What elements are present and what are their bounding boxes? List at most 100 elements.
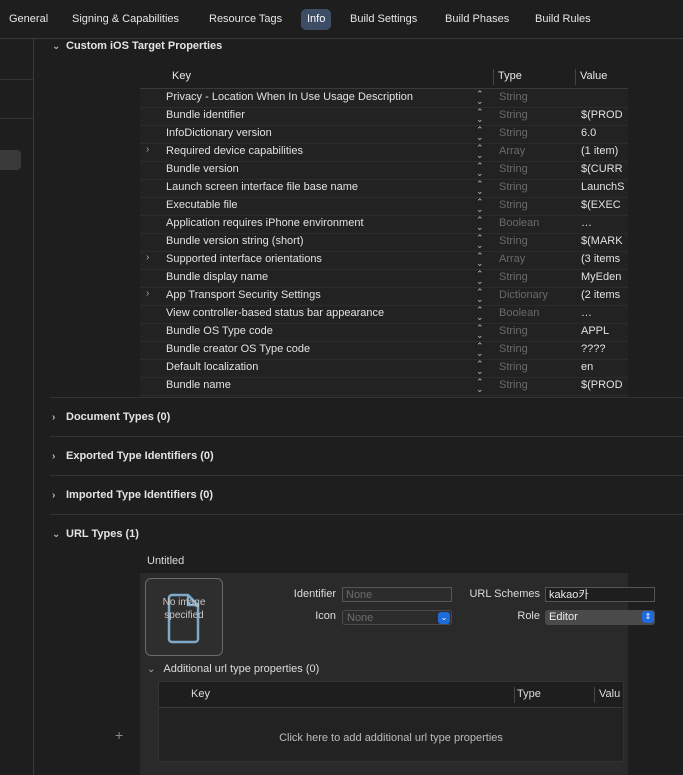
plist-type[interactable]: Dictionary (499, 289, 548, 301)
key-stepper-icon[interactable]: ⌃ ⌄ (476, 162, 484, 178)
key-stepper-icon[interactable]: ⌃ ⌄ (476, 306, 484, 322)
plist-value[interactable]: $(PROD (581, 109, 628, 121)
url-type-image-well[interactable]: No image specified (145, 578, 223, 656)
plist-type[interactable]: String (499, 91, 528, 103)
plist-value[interactable]: LaunchS (581, 181, 628, 193)
plist-type[interactable]: String (499, 127, 528, 139)
plist-type[interactable]: String (499, 361, 528, 373)
key-stepper-icon[interactable]: ⌃ ⌄ (476, 252, 484, 268)
add-property-placeholder[interactable]: Click here to add additional url type pr… (159, 732, 623, 744)
plist-type[interactable]: Boolean (499, 217, 539, 229)
plist-row[interactable]: Executable file ⌃ ⌄ String $(EXEC (140, 197, 628, 216)
column-type[interactable]: Type (498, 70, 522, 82)
plist-value[interactable]: (1 item) (581, 145, 628, 157)
plist-type[interactable]: String (499, 271, 528, 283)
plist-row[interactable]: Privacy - Location When In Use Usage Des… (140, 89, 628, 108)
plist-value[interactable]: APPL (581, 325, 628, 337)
plist-row[interactable]: Bundle version ⌃ ⌄ String $(CURR (140, 161, 628, 180)
chevron-down-icon[interactable]: ⌄ (52, 525, 66, 545)
plist-type[interactable]: String (499, 235, 528, 247)
plist-type[interactable]: Array (499, 253, 525, 265)
tab-build-settings[interactable]: Build Settings (344, 9, 423, 30)
plist-type[interactable]: String (499, 379, 528, 391)
plist-type[interactable]: String (499, 109, 528, 121)
section-imported-type-identifiers[interactable]: › Imported Type Identifiers (0) (52, 485, 213, 505)
additional-properties-disclosure[interactable]: ⌄ Additional url type properties (0) (147, 663, 319, 675)
plist-type[interactable]: String (499, 325, 528, 337)
icon-popup[interactable]: None ⌄ (342, 610, 452, 625)
key-stepper-icon[interactable]: ⌃ ⌄ (476, 180, 484, 196)
tab-signing-capabilities[interactable]: Signing & Capabilities (66, 9, 185, 30)
plist-value[interactable]: $(EXEC (581, 199, 628, 211)
section-url-types[interactable]: ⌄ URL Types (1) (52, 524, 139, 544)
key-stepper-icon[interactable]: ⌃ ⌄ (476, 216, 484, 232)
plist-row[interactable]: View controller-based status bar appeara… (140, 305, 628, 324)
section-exported-type-identifiers[interactable]: › Exported Type Identifiers (0) (52, 446, 214, 466)
key-stepper-icon[interactable]: ⌃ ⌄ (476, 234, 484, 250)
chevron-right-icon[interactable]: › (52, 408, 66, 428)
additional-properties-table[interactable]: Key Type Valu Click here to add addition… (158, 681, 624, 762)
key-stepper-icon[interactable]: ⌃ ⌄ (476, 324, 484, 340)
key-stepper-icon[interactable]: ⌃ ⌄ (476, 270, 484, 286)
role-popup[interactable]: Editor ⇕ (545, 610, 655, 625)
plist-value[interactable]: 6.0 (581, 127, 628, 139)
chevron-right-icon[interactable]: › (146, 252, 149, 263)
tab-resource-tags[interactable]: Resource Tags (203, 9, 288, 30)
plist-row[interactable]: Bundle identifier ⌃ ⌄ String $(PROD (140, 107, 628, 126)
plist-row[interactable]: › Required device capabilities ⌃ ⌄ Array (1 i… (140, 143, 628, 162)
key-stepper-icon[interactable]: ⌃ ⌄ (476, 144, 484, 160)
tab-info[interactable]: Info (301, 9, 332, 30)
plist-value[interactable]: $(MARK (581, 235, 628, 247)
plist-value[interactable]: ???? (581, 343, 628, 355)
plist-value[interactable]: (2 items (581, 289, 628, 301)
column-key[interactable]: Key (172, 70, 191, 82)
tab-build-rules[interactable]: Build Rules (529, 9, 597, 30)
plist-row[interactable]: Default localization ⌃ ⌄ String en (140, 359, 628, 378)
plist-row[interactable]: InfoDictionary version ⌃ ⌄ String 6.0 (140, 125, 628, 144)
plist-value[interactable]: en (581, 361, 628, 373)
plist-type[interactable]: Boolean (499, 307, 539, 319)
tab-general[interactable]: General (3, 9, 54, 30)
url-schemes-field[interactable]: kakao카 (545, 587, 655, 602)
plist-value[interactable]: … (581, 307, 628, 319)
plist-row[interactable]: Launch screen interface file base name ⌃ ⌄… (140, 179, 628, 198)
key-stepper-icon[interactable]: ⌃ ⌄ (476, 360, 484, 376)
plist-row[interactable]: › Supported interface orientations ⌃ ⌄ Array… (140, 251, 628, 270)
plist-row[interactable]: Bundle name ⌃ ⌄ String $(PROD (140, 377, 628, 396)
chevron-right-icon[interactable]: › (146, 288, 149, 299)
column-value[interactable]: Value (580, 70, 607, 82)
section-custom-ios-target-properties[interactable]: ⌄ Custom iOS Target Properties (52, 36, 222, 56)
plist-value[interactable]: (3 items (581, 253, 628, 265)
key-stepper-icon[interactable]: ⌃ ⌄ (476, 198, 484, 214)
column-value[interactable]: Valu (599, 688, 620, 700)
section-document-types[interactable]: › Document Types (0) (52, 407, 170, 427)
column-type[interactable]: Type (517, 688, 541, 700)
plist-row[interactable]: Bundle OS Type code ⌃ ⌄ String APPL (140, 323, 628, 342)
plist-type[interactable]: String (499, 199, 528, 211)
plist-row[interactable]: Application requires iPhone environment ⌃… (140, 215, 628, 234)
identifier-field[interactable]: None (342, 587, 452, 602)
plist-type[interactable]: String (499, 181, 528, 193)
add-url-type-icon[interactable]: + (115, 727, 123, 743)
plist-type[interactable]: String (499, 343, 528, 355)
plist-type[interactable]: String (499, 163, 528, 175)
chevron-right-icon[interactable]: › (146, 144, 149, 155)
plist-row[interactable]: Bundle creator OS Type code ⌃ ⌄ String???? (140, 341, 628, 360)
key-stepper-icon[interactable]: ⌃ ⌄ (476, 288, 484, 304)
key-stepper-icon[interactable]: ⌃ ⌄ (476, 126, 484, 142)
column-key[interactable]: Key (191, 688, 210, 700)
tab-build-phases[interactable]: Build Phases (439, 9, 515, 30)
chevron-right-icon[interactable]: › (52, 486, 66, 506)
key-stepper-icon[interactable]: ⌃ ⌄ (476, 342, 484, 358)
plist-value[interactable]: MyEden (581, 271, 628, 283)
plist-row[interactable]: Bundle version string (short) ⌃ ⌄ String $(M… (140, 233, 628, 252)
plist-row[interactable]: Bundle display name ⌃ ⌄ String MyEden (140, 269, 628, 288)
plist-value[interactable]: $(CURR (581, 163, 628, 175)
plist-value[interactable]: $(PROD (581, 379, 628, 391)
plist-value[interactable]: … (581, 217, 628, 229)
sidebar-selected-target[interactable] (0, 150, 21, 170)
chevron-down-icon[interactable]: ⌄ (52, 37, 66, 57)
chevron-right-icon[interactable]: › (52, 447, 66, 467)
key-stepper-icon[interactable]: ⌃ ⌄ (476, 90, 484, 106)
key-stepper-icon[interactable]: ⌃ ⌄ (476, 378, 484, 394)
